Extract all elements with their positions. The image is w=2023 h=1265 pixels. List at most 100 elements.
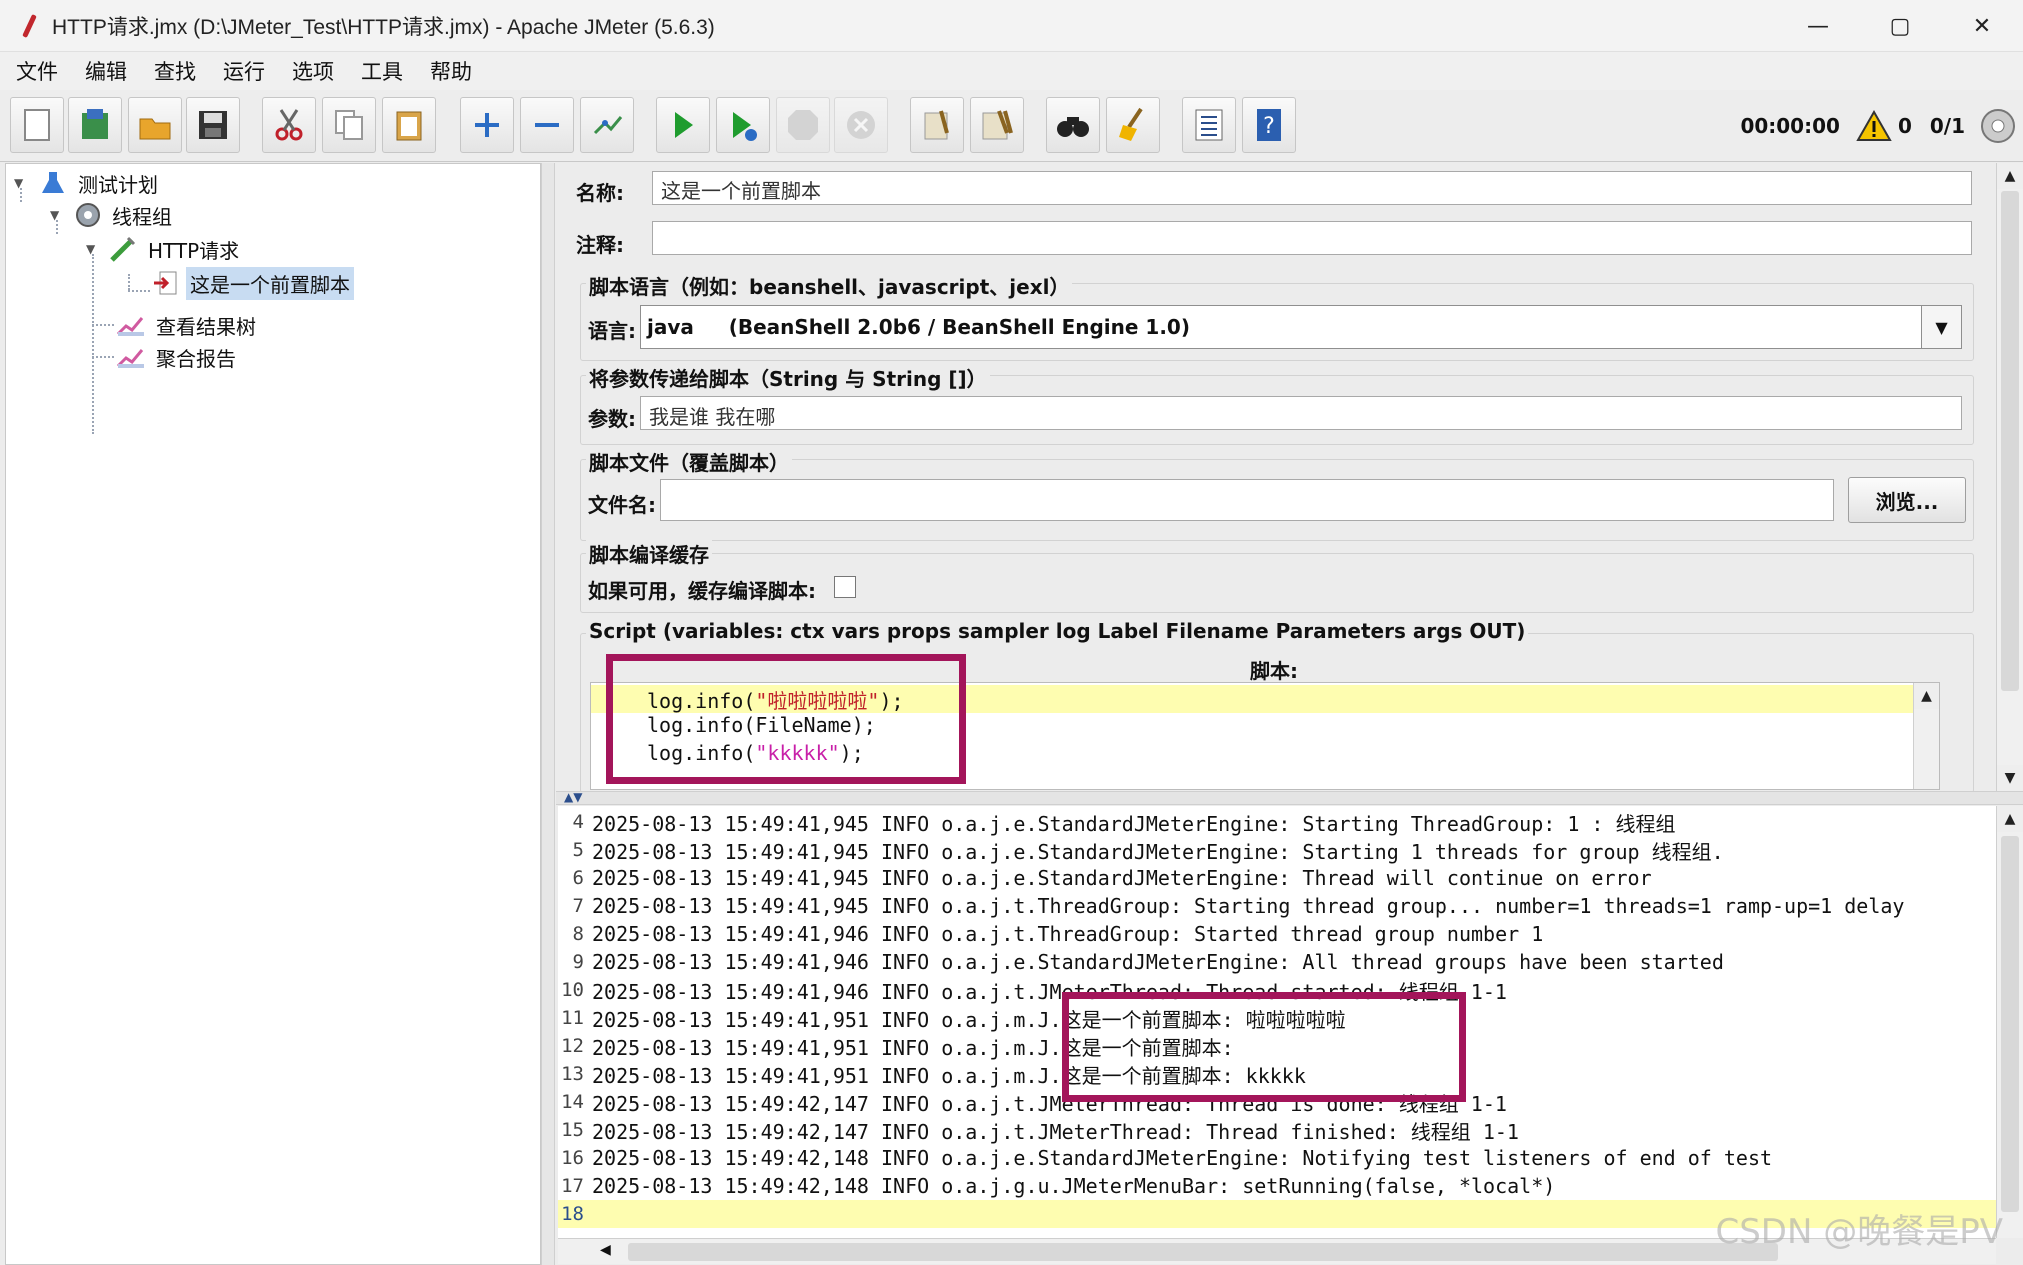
help-icon[interactable]: ?: [1242, 97, 1296, 153]
highlight-box-script: [606, 654, 966, 784]
filename-field[interactable]: [660, 479, 1834, 521]
new-icon[interactable]: [10, 97, 64, 153]
script-file-title: 脚本文件（覆盖脚本）: [586, 447, 792, 476]
scroll-left-icon[interactable]: ◀: [600, 1242, 611, 1258]
line-number: 5: [572, 839, 584, 861]
menu-run[interactable]: 运行: [223, 56, 265, 86]
log-row: 7 2025-08-13 15:49:41,945 INFO o.a.j.t.Th…: [558, 892, 1996, 920]
templates-icon[interactable]: [68, 97, 122, 153]
log-text: 2025-08-13 15:49:42,148 INFO o.a.j.e.Sta…: [592, 1146, 1773, 1170]
minimize-button[interactable]: —: [1777, 0, 1859, 52]
scroll-up-icon[interactable]: ▲: [1997, 806, 2023, 832]
scroll-thumb[interactable]: [2001, 191, 2019, 691]
log-scrollbar[interactable]: ▲: [1996, 806, 2023, 1238]
search-icon[interactable]: [1046, 97, 1100, 153]
log-row: 5 2025-08-13 15:49:41,945 INFO o.a.j.e.St…: [558, 836, 1996, 864]
elapsed-timer: 00:00:00: [1740, 114, 1840, 138]
jmeter-feather-icon: [18, 13, 40, 39]
splitter-arrows-icon[interactable]: ▲▼: [564, 790, 582, 804]
parameters-label: 参数:: [588, 407, 636, 431]
tree-toggle-icon[interactable]: ▼: [86, 242, 100, 256]
stop-icon[interactable]: [776, 97, 830, 153]
line-number: 16: [561, 1147, 584, 1169]
expand-icon[interactable]: [460, 97, 514, 153]
log-text: 2025-08-13 15:49:41,945 INFO o.a.j.e.Sta…: [592, 866, 1652, 890]
horizontal-splitter[interactable]: ▲▼: [556, 790, 2023, 805]
line-number: 17: [561, 1175, 584, 1197]
log-row: 17 2025-08-13 15:49:42,148 INFO o.a.j.g.u…: [558, 1172, 1996, 1200]
tree-node-http-request[interactable]: ▼ HTTP请求: [86, 234, 243, 264]
script-scrollbar[interactable]: ▲: [1913, 683, 1939, 789]
menu-file[interactable]: 文件: [16, 56, 58, 86]
scroll-up-icon[interactable]: ▲: [1914, 683, 1939, 709]
scroll-thumb[interactable]: [2001, 836, 2019, 1212]
log-row: 16 2025-08-13 15:49:42,148 INFO o.a.j.e.S…: [558, 1144, 1996, 1172]
log-row: 6 2025-08-13 15:49:41,945 INFO o.a.j.e.St…: [558, 864, 1996, 892]
scroll-up-icon[interactable]: ▲: [1997, 163, 2023, 189]
filename-label: 文件名:: [588, 493, 656, 517]
tree-node-thread-group[interactable]: ▼ 线程组: [50, 200, 176, 230]
tree-node-label: 线程组: [112, 204, 172, 229]
menu-edit[interactable]: 编辑: [85, 56, 127, 86]
start-no-pause-icon[interactable]: [716, 97, 770, 153]
log-row: 8 2025-08-13 15:49:41,946 INFO o.a.j.t.Th…: [558, 920, 1996, 948]
tree-node-view-results-tree[interactable]: 查看结果树: [116, 310, 260, 340]
clear-icon[interactable]: [910, 97, 964, 153]
line-number: 12: [561, 1035, 584, 1057]
start-icon[interactable]: [656, 97, 710, 153]
toggle-icon[interactable]: [580, 97, 634, 153]
log-row: 4 2025-08-13 15:49:41,945 INFO o.a.j.e.St…: [558, 808, 1996, 836]
warning-count: 0: [1897, 114, 1912, 138]
tree-toggle-icon[interactable]: ▼: [50, 208, 64, 222]
menu-help[interactable]: 帮助: [430, 56, 472, 86]
editor-scrollbar[interactable]: ▲ ▼: [1996, 163, 2023, 791]
status-area: 00:00:00 0 0/1: [1740, 90, 2023, 162]
tree-node-aggregate-report[interactable]: 聚合报告: [116, 342, 240, 372]
tree-node-label: 这是一个前置脚本: [186, 266, 354, 300]
line-number: 6: [572, 867, 584, 889]
comment-field[interactable]: [652, 221, 1972, 255]
language-value: java (BeanShell 2.0b6 / BeanShell Engine…: [647, 315, 1190, 339]
browse-button[interactable]: 浏览...: [1848, 477, 1966, 523]
menu-search[interactable]: 查找: [154, 56, 196, 86]
menu-tools[interactable]: 工具: [361, 56, 403, 86]
language-select[interactable]: java (BeanShell 2.0b6 / BeanShell Engine…: [640, 305, 1962, 349]
save-icon[interactable]: [186, 97, 240, 153]
scroll-down-icon[interactable]: ▼: [1997, 765, 2023, 791]
remote-status-icon: [1979, 107, 2017, 145]
script-header: 脚本:: [1250, 659, 1298, 683]
parameters-field[interactable]: 我是谁 我在哪: [640, 396, 1962, 430]
tree-toggle-icon[interactable]: ▼: [14, 176, 28, 190]
tree-node-test-plan[interactable]: ▼ 测试计划: [14, 168, 162, 198]
cache-checkbox[interactable]: [834, 576, 856, 598]
log-text: 2025-08-13 15:49:42,148 INFO o.a.j.g.u.J…: [592, 1174, 1556, 1198]
clear-all-icon[interactable]: [970, 97, 1024, 153]
log-row: 9 2025-08-13 15:49:41,946 INFO o.a.j.e.St…: [558, 948, 1996, 976]
collapse-icon[interactable]: [520, 97, 574, 153]
cut-icon[interactable]: [262, 97, 316, 153]
parameters-title: 将参数传递给脚本（String 与 String []）: [586, 363, 990, 392]
test-plan-icon: [40, 170, 66, 196]
name-field[interactable]: 这是一个前置脚本: [652, 171, 1972, 205]
function-helper-icon[interactable]: [1182, 97, 1236, 153]
highlight-box-log: [1062, 992, 1466, 1102]
title-bar: HTTP请求.jmx (D:\JMeter_Test\HTTP请求.jmx) -…: [0, 0, 2023, 52]
script-language-title: 脚本语言（例如：beanshell、javascript、jexl）: [586, 271, 1073, 300]
maximize-button[interactable]: ▢: [1859, 0, 1941, 52]
vertical-splitter[interactable]: [541, 163, 555, 1265]
reset-search-icon[interactable]: [1106, 97, 1160, 153]
warning-icon[interactable]: [1856, 109, 1892, 142]
menu-options[interactable]: 选项: [292, 56, 334, 86]
listener-icon: [116, 312, 146, 338]
paste-icon[interactable]: [382, 97, 436, 153]
scroll-thumb[interactable]: [628, 1243, 1778, 1261]
line-number: 11: [561, 1007, 584, 1029]
test-plan-tree: ▼ 测试计划 ▼ 线程组 ▼ HTTP请求 这是一个前置脚本 查看结果树 聚合报…: [5, 163, 541, 1265]
close-button[interactable]: ✕: [1941, 0, 2023, 52]
open-icon[interactable]: [128, 97, 182, 153]
shutdown-icon[interactable]: [834, 97, 888, 153]
tree-node-preprocessor[interactable]: 这是一个前置脚本: [152, 266, 354, 300]
copy-icon[interactable]: [322, 97, 376, 153]
chevron-down-icon[interactable]: ▼: [1921, 306, 1961, 348]
script-group-title: Script (variables: ctx vars props sample…: [586, 619, 1529, 643]
